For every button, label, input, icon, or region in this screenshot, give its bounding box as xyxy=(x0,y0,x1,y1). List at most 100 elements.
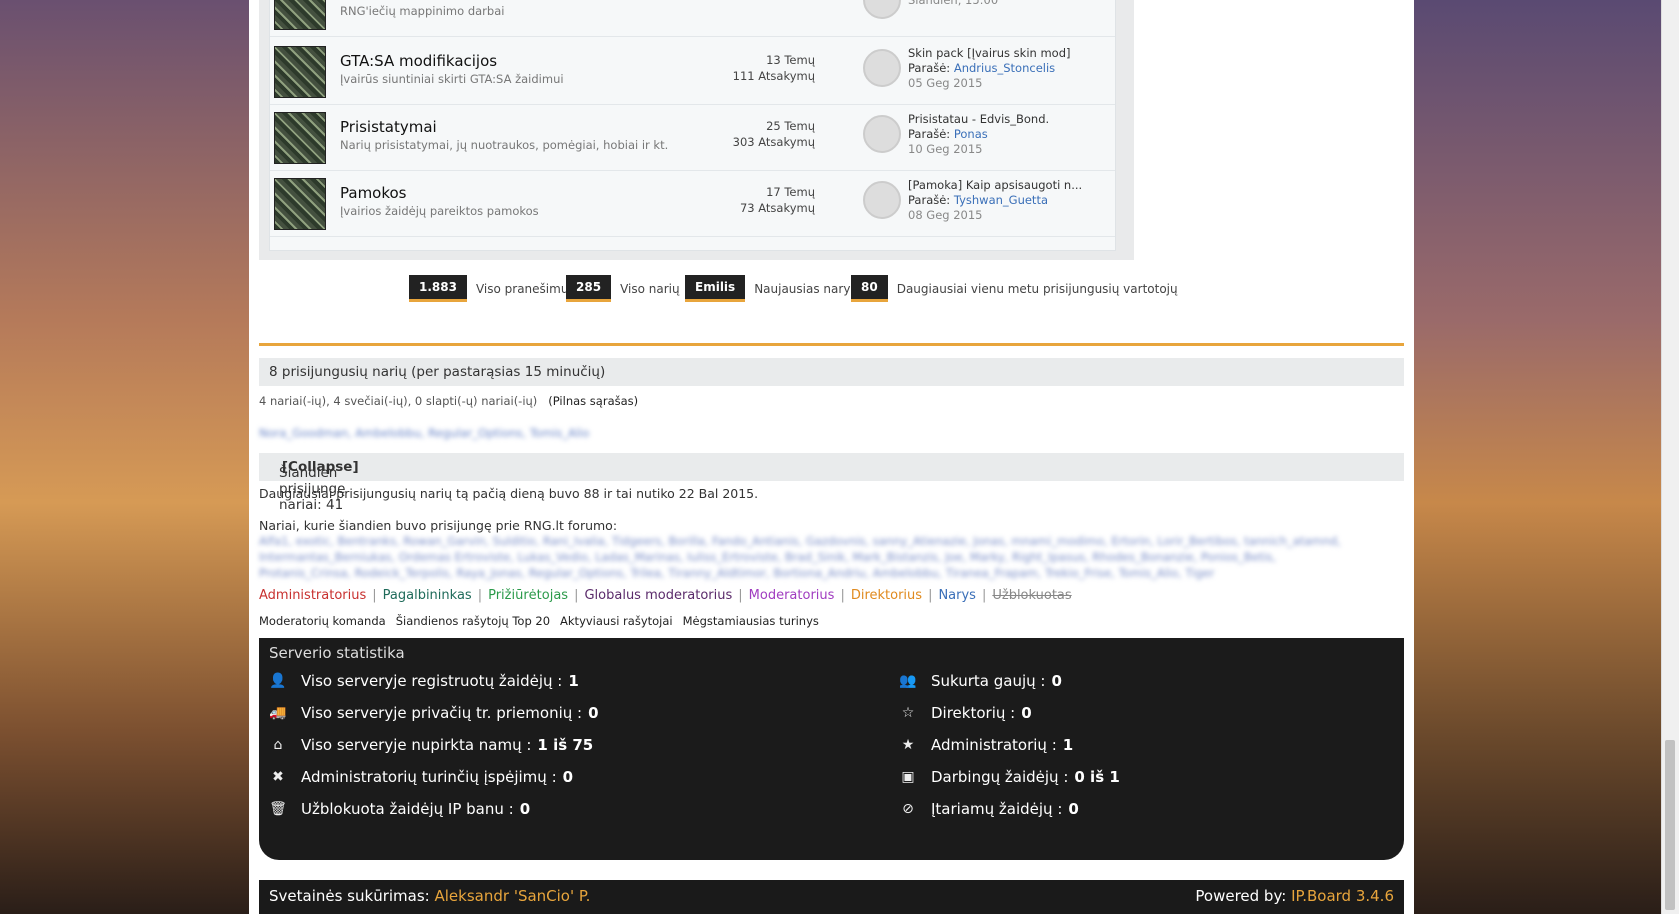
record-count: 88 xyxy=(583,486,600,501)
group-link[interactable]: Narys xyxy=(938,588,976,603)
group-link[interactable]: Globalus moderatorius xyxy=(584,588,732,603)
author-label: Parašė: xyxy=(908,61,951,75)
server-stat-row: 👥 Sukurta gaujų : 0 xyxy=(897,672,1062,690)
server-stat-label: Administratorių : xyxy=(931,736,1057,754)
close-icon: ✖ xyxy=(272,769,284,785)
server-stat-label: Darbingų žaidėjų : xyxy=(931,768,1069,786)
server-stat-label: Sukurta gaujų : xyxy=(931,672,1046,690)
forum-name-link[interactable]: Prisistatymai xyxy=(340,118,437,136)
topic-count: 25 Temų xyxy=(766,119,815,133)
group-separator: | xyxy=(574,588,579,603)
footer-powered-by: Powered by: IP.Board 3.4.6 xyxy=(1195,887,1394,905)
last-post-title[interactable]: Prisistatau - Edvis_Bond. xyxy=(908,112,1049,127)
author-link[interactable]: Tyshwan_Guetta xyxy=(954,193,1048,207)
topic-count: 13 Temų xyxy=(766,53,815,67)
group-link[interactable]: Užblokuotas xyxy=(992,588,1071,603)
server-stat-value: 1 iš 75 xyxy=(537,736,594,754)
last-post-date: 08 Geg 2015 xyxy=(908,208,983,222)
server-stats-panel: Serverio statistika 👤 Viso serveryje regi… xyxy=(259,638,1404,860)
background-right xyxy=(1414,0,1679,914)
home-icon: ⌂ xyxy=(273,737,283,753)
forum-row: Pamokos Įvairios žaidėjų pareiktos pamoko… xyxy=(270,166,1115,237)
forum-row: Prisistatymai Narių prisistatymai, jų nuo… xyxy=(270,100,1115,171)
star-outline-icon: ☆ xyxy=(901,705,915,721)
forum-icon xyxy=(274,178,326,230)
server-stat-row: ⊘ Įtariamų žaidėjų : 0 xyxy=(897,800,1079,818)
server-stat-label: Direktorių : xyxy=(931,704,1016,722)
server-stat-label: Įtariamų žaidėjų : xyxy=(931,800,1063,818)
avatar[interactable] xyxy=(863,49,901,87)
last-post: Parašė: EmilisŠiandien, 15:00 xyxy=(908,0,998,8)
last-post-author: Parašė: Tyshwan_Guetta xyxy=(908,193,1082,208)
page-scrollbar[interactable] xyxy=(1661,0,1679,914)
quick-link[interactable]: Mėgstamiausias turinys xyxy=(683,614,819,628)
quick-links: Moderatorių komanda Šiandienos rašytojų T… xyxy=(259,614,829,628)
forum-row: RNG'iečių mappinimo darbai27 AtsakymųPar… xyxy=(270,0,1115,37)
author-label: Parašė: xyxy=(908,127,951,141)
today-online-title: Šiandien prisijungę nariai: 41 [Collapse… xyxy=(269,459,359,513)
server-stat-value: 0 xyxy=(1068,800,1079,818)
avatar[interactable] xyxy=(863,0,901,19)
server-stat-label: Administratorių turinčių įspėjimų : xyxy=(301,768,557,786)
server-stat-value: 0 xyxy=(562,768,574,786)
footer-credit-label: Svetainės sukūrimas: xyxy=(269,887,430,905)
stat-value[interactable]: Emilis xyxy=(685,275,746,302)
last-post-title[interactable]: [Pamoka] Kaip apsisaugoti n... xyxy=(908,178,1082,193)
server-stat-value: 0 iš 1 xyxy=(1074,768,1120,786)
topic-count: 17 Temų xyxy=(766,185,815,199)
quick-link[interactable]: Šiandienos rašytojų Top 20 xyxy=(396,614,550,628)
server-stat-label: Užblokuota žaidėjų IP banu : xyxy=(301,800,514,818)
scroll-thumb[interactable] xyxy=(1665,740,1675,910)
group-separator: | xyxy=(477,588,483,603)
avatar[interactable] xyxy=(863,115,901,153)
author-link[interactable]: Andrius_Stoncelis xyxy=(954,61,1055,75)
quick-link[interactable]: Aktyviausi rašytojai xyxy=(560,614,673,628)
server-stat-value: 0 xyxy=(1021,704,1032,722)
today-record: Daugiausiai prisijungusių narių tą pačią… xyxy=(259,486,758,501)
server-stat-label: Viso serveryje privačių tr. priemonių : xyxy=(301,704,583,722)
stat-value: 1.883 xyxy=(409,275,467,302)
record-date: 22 Bal 2015. xyxy=(678,486,759,501)
forum-description: Įvairios žaidėjų pareiktos pamokos xyxy=(340,204,539,218)
stat-item: 285 Viso narių xyxy=(566,275,680,302)
background-left xyxy=(0,0,249,914)
server-stat-value: 0 xyxy=(588,704,599,722)
footer-author-link[interactable]: Aleksandr 'SanCio' P. xyxy=(435,887,591,905)
group-separator: | xyxy=(981,588,987,603)
page-container: RNG'iečių mappinimo darbai27 AtsakymųPar… xyxy=(249,0,1414,914)
forum-row: GTA:SA modifikacijos Įvairūs siuntiniai s… xyxy=(270,34,1115,105)
quick-link[interactable]: Moderatorių komanda xyxy=(259,614,386,628)
stat-value: 80 xyxy=(851,275,888,302)
stat-label: Daugiausiai vienu metu prisijungusių var… xyxy=(896,281,1178,296)
server-stat-value: 0 xyxy=(1051,672,1062,690)
group-link[interactable]: Administratorius xyxy=(259,588,366,603)
stat-label: Naujausias narys xyxy=(754,281,857,296)
forum-list: RNG'iečių mappinimo darbai27 AtsakymųPar… xyxy=(269,0,1116,251)
author-link[interactable]: Ponas xyxy=(954,127,988,141)
reply-count: 73 Atsakymų xyxy=(739,201,815,215)
server-stat-value: 1 xyxy=(568,672,579,690)
ipboard-link[interactable]: IP.Board 3.4.6 xyxy=(1291,887,1394,905)
forum-name-link[interactable]: Pamokos xyxy=(340,184,407,202)
today-online-header: Šiandien prisijungę nariai: 41 [Collapse… xyxy=(259,453,1404,513)
last-post-title[interactable]: Skin pack [Įvairus skin mod] xyxy=(908,46,1071,61)
group-link[interactable]: Pagalbininkas xyxy=(383,588,472,603)
forum-icon xyxy=(274,112,326,164)
full-list-link[interactable]: (Pilnas sąrašas) xyxy=(548,394,638,408)
today-intro: Nariai, kurie šiandien buvo prisijungę p… xyxy=(259,518,618,533)
group-link[interactable]: Direktorius xyxy=(851,588,922,603)
money-icon: ▣ xyxy=(901,769,915,785)
ban-icon: ⊘ xyxy=(902,801,914,817)
group-link[interactable]: Moderatorius xyxy=(749,588,835,603)
forum-icon xyxy=(274,0,326,30)
group-link[interactable]: Prižiūrėtojas xyxy=(488,588,568,603)
forum-name-link[interactable]: GTA:SA modifikacijos xyxy=(340,52,497,70)
server-stat-row: ▣ Darbingų žaidėjų : 0 iš 1 xyxy=(897,768,1120,786)
server-stat-row: ✖ Administratorių turinčių įspėjimų : 0 xyxy=(267,768,573,786)
avatar[interactable] xyxy=(863,181,901,219)
server-stat-row: 🚚 Viso serveryje privačių tr. priemonių :… xyxy=(267,704,599,722)
record-prefix: Daugiausiai prisijungusių narių tą pačią… xyxy=(259,486,580,501)
online-users-list: Nora_Goodman, Ambelobbu, Regular_Options… xyxy=(259,426,590,440)
server-stat-row: ⌂ Viso serveryje nupirkta namų : 1 iš 75 xyxy=(267,736,594,754)
server-stat-row: 🗑 Užblokuota žaidėjų IP banu : 0 xyxy=(267,800,530,818)
